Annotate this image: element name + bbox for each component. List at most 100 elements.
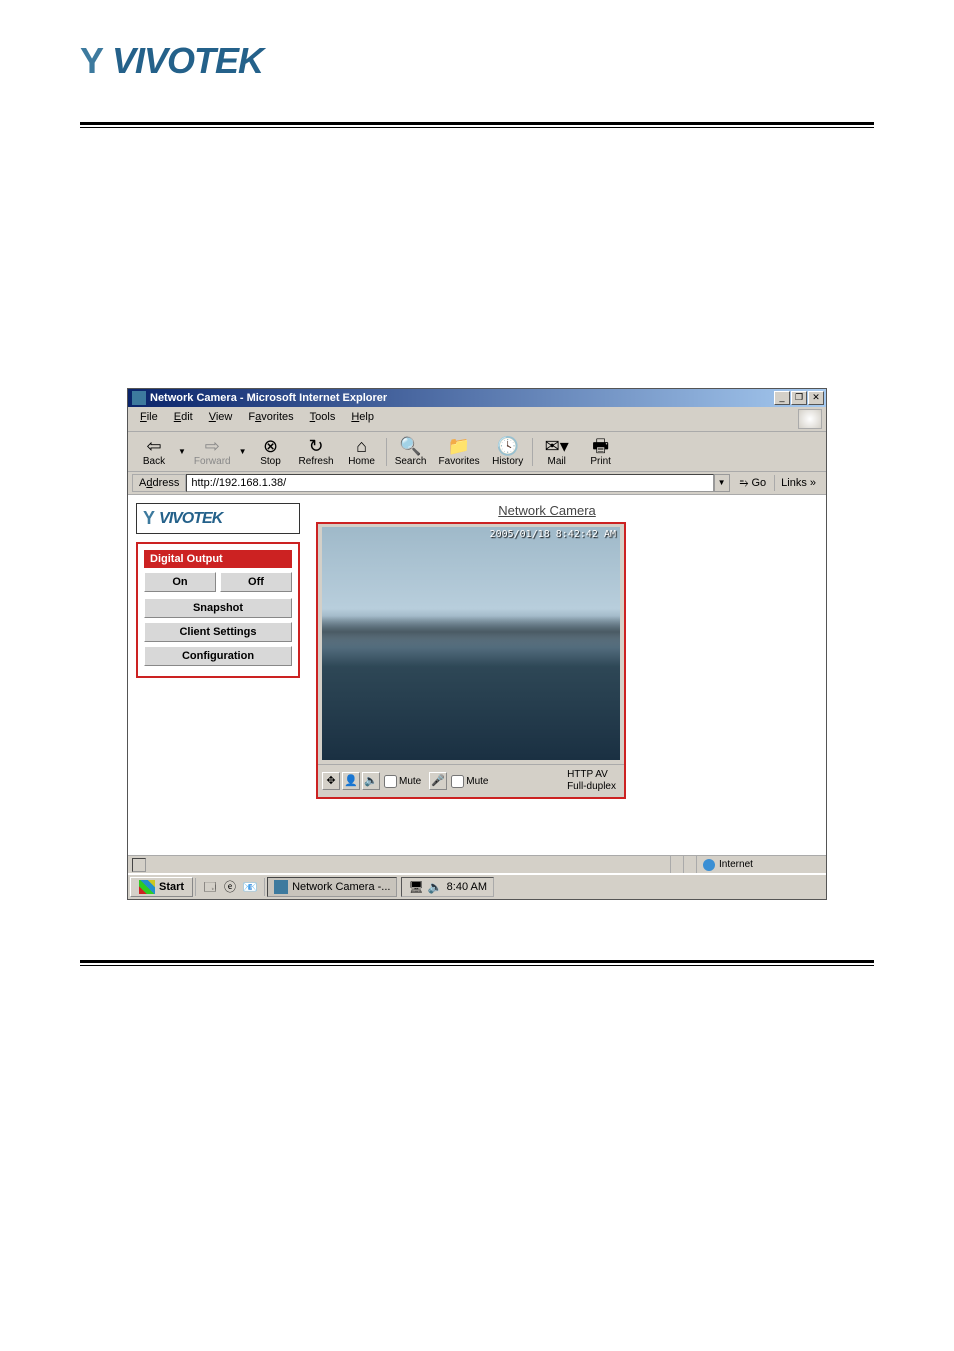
windows-logo-icon <box>139 880 155 894</box>
go-button[interactable]: ⥱ Go <box>734 475 773 492</box>
mail-button[interactable]: ✉▾ Mail <box>535 434 579 469</box>
menubar: File Edit View Favorites Tools Help <box>128 407 826 432</box>
close-button[interactable]: ✕ <box>808 391 824 405</box>
task-label: Network Camera -... <box>292 881 390 893</box>
mute-mic-checkbox[interactable] <box>451 775 464 788</box>
home-button[interactable]: ⌂ Home <box>340 434 384 469</box>
forward-button[interactable]: ⇨ Forward <box>188 434 237 469</box>
mute-speaker-checkbox[interactable] <box>384 775 397 788</box>
sidebar-logo: Y VIVOTEK <box>136 503 300 534</box>
video-timestamp: 2005/01/18 8:42:42 AM <box>490 529 616 540</box>
forward-arrow-icon: ⇨ <box>205 436 220 456</box>
search-label: Search <box>395 456 427 467</box>
status-page-icon <box>132 858 146 872</box>
favorites-button[interactable]: 📁 Favorites <box>433 434 486 469</box>
menu-favorites[interactable]: Favorites <box>240 409 301 429</box>
vivotek-logo-icon: Y <box>80 40 104 82</box>
stop-button[interactable]: ⊗ Stop <box>249 434 293 469</box>
status-zone: Internet <box>696 856 826 873</box>
video-mic-button[interactable]: 🎤 <box>429 772 447 790</box>
mute-speaker-label: Mute <box>399 776 421 787</box>
status-cell-2 <box>683 856 696 873</box>
page-title: Network Camera <box>316 503 818 518</box>
video-controls: ✥ 👤 🔈 Mute 🎤 Mute HTTP AV Full-duplex <box>318 764 624 797</box>
refresh-button[interactable]: ↻ Refresh <box>293 434 340 469</box>
video-feed: 2005/01/18 8:42:42 AM <box>318 524 624 764</box>
minimize-button[interactable]: _ <box>774 391 790 405</box>
menu-edit[interactable]: Edit <box>166 409 201 429</box>
favorites-icon: 📁 <box>448 436 470 456</box>
sidebar-logo-icon: Y <box>143 508 155 529</box>
tray-clock: 8:40 AM <box>447 881 487 893</box>
history-icon: 🕓 <box>496 436 518 456</box>
menu-view[interactable]: View <box>201 409 241 429</box>
back-dropdown[interactable]: ▼ <box>176 447 188 456</box>
ie-throbber-icon <box>798 409 822 429</box>
vivotek-logo-text: VIVOTEK <box>112 40 263 82</box>
history-button[interactable]: 🕓 History <box>486 434 530 469</box>
print-label: Print <box>590 456 611 467</box>
toolbar-separator-2 <box>532 438 533 466</box>
refresh-icon: ↻ <box>308 436 323 456</box>
quick-launch-ie-icon[interactable]: ⓔ <box>221 878 239 896</box>
back-label: Back <box>143 456 165 467</box>
status-cell-1 <box>670 856 683 873</box>
window-title: Network Camera - Microsoft Internet Expl… <box>150 392 774 404</box>
page-divider-top <box>80 122 874 128</box>
taskbar: Start 🗔 ⓔ 📧 Network Camera -... 🖥 🔈 8:40… <box>128 873 826 899</box>
video-expand-button[interactable]: ✥ <box>322 772 340 790</box>
tray-volume-icon[interactable]: 🔈 <box>428 880 443 894</box>
internet-zone-icon <box>703 859 715 871</box>
mail-label: Mail <box>548 456 566 467</box>
video-status-duplex: Full-duplex <box>567 781 616 793</box>
digital-output-off-button[interactable]: Off <box>220 572 292 592</box>
links-button[interactable]: Links » <box>774 475 822 491</box>
back-button[interactable]: ⇦ Back <box>132 434 176 469</box>
status-bar: Internet <box>128 855 826 873</box>
start-button[interactable]: Start <box>130 877 193 897</box>
digital-output-on-button[interactable]: On <box>144 572 216 592</box>
page-content: Y VIVOTEK Digital Output On Off Snapshot… <box>128 495 826 855</box>
print-button[interactable]: 🖶 Print <box>579 434 623 469</box>
sidebar: Y VIVOTEK Digital Output On Off Snapshot… <box>128 495 308 855</box>
home-label: Home <box>348 456 375 467</box>
mail-icon: ✉▾ <box>545 436 569 456</box>
address-bar: Address ▼ ⥱ Go Links » <box>128 472 826 495</box>
start-label: Start <box>159 881 184 893</box>
page-divider-bottom <box>80 960 874 966</box>
video-speaker-button[interactable]: 🔈 <box>362 772 380 790</box>
video-talk-button[interactable]: 👤 <box>342 772 360 790</box>
client-settings-button[interactable]: Client Settings <box>144 622 292 642</box>
print-icon: 🖶 <box>592 436 609 456</box>
quick-launch-outlook-icon[interactable]: 📧 <box>241 878 259 896</box>
task-ie-icon <box>274 880 288 894</box>
forward-dropdown[interactable]: ▼ <box>237 447 249 456</box>
back-arrow-icon: ⇦ <box>146 436 161 456</box>
menu-help[interactable]: Help <box>343 409 382 429</box>
video-scene <box>322 616 620 649</box>
browser-window: Network Camera - Microsoft Internet Expl… <box>127 388 827 900</box>
vivotek-logo: Y VIVOTEK <box>80 40 874 82</box>
ie-icon <box>132 391 146 405</box>
favorites-label: Favorites <box>439 456 480 467</box>
video-status-proto: HTTP AV <box>567 769 616 781</box>
menu-tools[interactable]: Tools <box>302 409 344 429</box>
toolbar-separator <box>386 438 387 466</box>
quick-launch-desktop-icon[interactable]: 🗔 <box>201 878 219 896</box>
menu-file[interactable]: File <box>132 409 166 429</box>
taskbar-task-network-camera[interactable]: Network Camera -... <box>267 877 397 897</box>
main-panel: Network Camera 2005/01/18 8:42:42 AM ✥ 👤… <box>308 495 826 855</box>
search-icon: 🔍 <box>399 436 421 456</box>
snapshot-button[interactable]: Snapshot <box>144 598 292 618</box>
search-button[interactable]: 🔍 Search <box>389 434 433 469</box>
address-dropdown[interactable]: ▼ <box>714 474 730 492</box>
window-titlebar: Network Camera - Microsoft Internet Expl… <box>128 389 826 407</box>
mute-mic-label: Mute <box>466 776 488 787</box>
maximize-button[interactable]: ❐ <box>791 391 807 405</box>
stop-label: Stop <box>260 456 281 467</box>
quick-launch: 🗔 ⓔ 📧 <box>195 878 265 896</box>
address-input[interactable] <box>186 474 713 492</box>
control-panel: Digital Output On Off Snapshot Client Se… <box>136 542 300 678</box>
configuration-button[interactable]: Configuration <box>144 646 292 666</box>
tray-display-icon[interactable]: 🖥 <box>408 880 423 894</box>
